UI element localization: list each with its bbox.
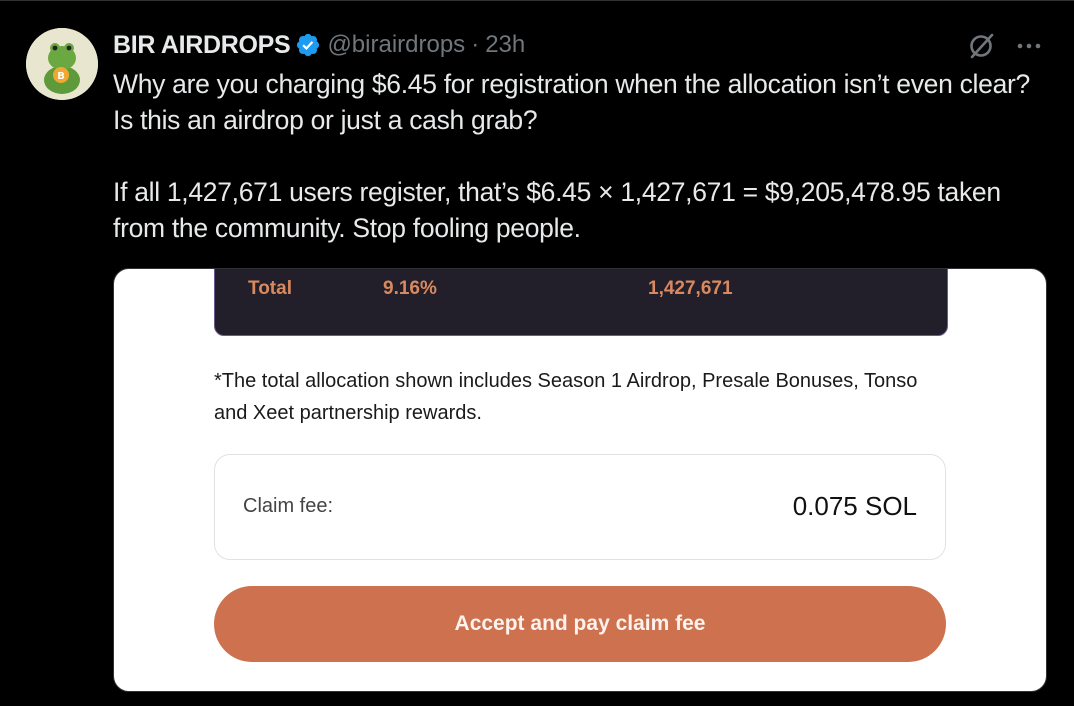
author-name[interactable]: BIR AIRDROPS [113, 31, 291, 60]
tweet-paragraph-2: If all 1,427,671 users register, that’s … [113, 177, 1001, 243]
grok-icon[interactable] [966, 31, 996, 61]
claim-fee-box: Claim fee: 0.075 SOL [214, 454, 946, 560]
verified-badge-icon [297, 33, 320, 57]
claim-fee-value: 0.075 SOL [792, 491, 917, 521]
total-label: Total [248, 278, 292, 299]
allocation-note: *The total allocation shown includes Sea… [214, 370, 918, 424]
total-row: Total 9.16% 1,427,671 [214, 269, 948, 336]
claim-fee-label: Claim fee: [243, 495, 334, 517]
svg-text:B: B [57, 71, 65, 82]
accept-pay-button[interactable]: Accept and pay claim fee [214, 586, 946, 662]
frog-avatar-icon: B [26, 28, 98, 100]
tweet-paragraph-1: Why are you charging $6.45 for registrat… [113, 69, 1030, 135]
more-icon[interactable] [1014, 31, 1044, 61]
top-divider [0, 0, 1074, 1]
header-separator: · [471, 31, 480, 58]
tweet-text: Why are you charging $6.45 for registrat… [113, 66, 1043, 246]
tweet-header: BIR AIRDROPS @birairdrops · 23h [113, 28, 525, 62]
total-users: 1,427,671 [648, 278, 733, 299]
author-handle[interactable]: @birairdrops [327, 31, 465, 59]
tweet-media-image[interactable]: Total 9.16% 1,427,671 *The total allocat… [113, 268, 1047, 692]
avatar[interactable]: B [26, 28, 98, 100]
timestamp[interactable]: 23h [485, 31, 525, 59]
total-percent: 9.16% [383, 278, 437, 299]
